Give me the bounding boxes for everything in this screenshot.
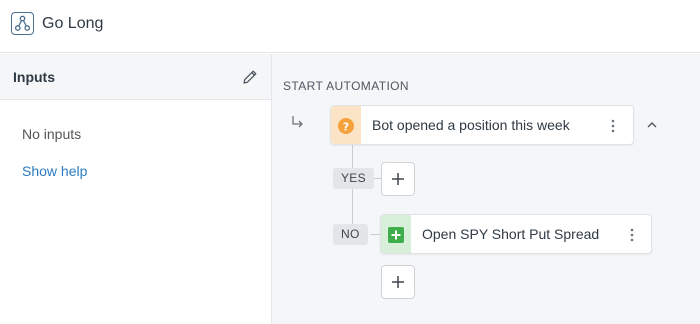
yes-branch-pill: YES (333, 168, 374, 189)
svg-text:?: ? (343, 121, 349, 134)
add-step-no-button[interactable] (381, 265, 415, 299)
start-automation-label: START AUTOMATION (283, 79, 409, 93)
action-node[interactable]: Open SPY Short Put Spread (380, 214, 652, 254)
more-vertical-icon[interactable] (608, 117, 618, 135)
more-vertical-icon[interactable] (627, 226, 637, 244)
action-label: Open SPY Short Put Spread (422, 226, 600, 242)
chevron-up-icon[interactable] (645, 118, 659, 132)
plus-icon (392, 173, 404, 185)
workflow-icon (11, 12, 34, 35)
pencil-icon[interactable] (241, 68, 259, 86)
arrow-down-right-icon (290, 114, 306, 130)
plus-square-icon (388, 227, 404, 243)
app-header: Go Long (0, 0, 700, 53)
inputs-panel-header: Inputs (0, 54, 271, 100)
no-branch-pill: NO (333, 224, 368, 245)
inputs-panel: Inputs No inputs Show help (0, 54, 272, 324)
action-badge (381, 215, 411, 253)
trigger-badge: ? (331, 106, 361, 144)
show-help-link[interactable]: Show help (22, 163, 87, 179)
app-title: Go Long (42, 15, 104, 32)
no-connector (370, 234, 380, 235)
inputs-panel-title: Inputs (13, 69, 55, 85)
trigger-label: Bot opened a position this week (372, 117, 570, 133)
add-step-yes-button[interactable] (381, 162, 415, 196)
no-inputs-text: No inputs (22, 126, 82, 142)
branch-connector (352, 145, 353, 234)
automation-canvas: START AUTOMATION ? Bot opened a position… (272, 54, 700, 324)
plus-icon (392, 276, 404, 288)
question-icon: ? (338, 118, 354, 134)
trigger-node[interactable]: ? Bot opened a position this week (330, 105, 634, 145)
